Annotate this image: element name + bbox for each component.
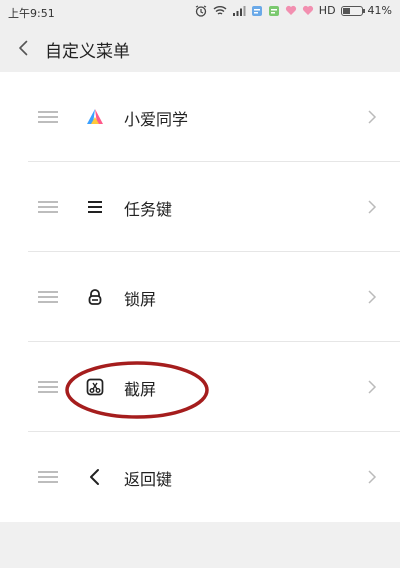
- back-icon[interactable]: [14, 38, 34, 58]
- custom-menu-list: 小爱同学 任务键 锁屏 截屏 返回键: [0, 72, 400, 522]
- page-title: 自定义菜单: [45, 42, 130, 62]
- status-bar: 上午9:51 HD 41%: [0, 0, 400, 24]
- battery-icon: [340, 5, 365, 16]
- menu-item-label: 返回键: [124, 470, 173, 489]
- menu-item-label: 任务键: [124, 200, 173, 219]
- wifi-icon: [213, 5, 227, 16]
- drag-handle-icon[interactable]: [38, 201, 58, 213]
- menu-item-lock-screen[interactable]: 锁屏: [0, 252, 400, 342]
- notification-app-icon: [268, 5, 280, 17]
- xiaoai-icon: [84, 106, 106, 128]
- battery-level: [342, 7, 350, 14]
- heart-icon: [302, 5, 314, 16]
- status-time: 上午9:51: [8, 7, 55, 20]
- menu-item-label: 小爱同学: [124, 110, 189, 129]
- chevron-right-icon: [366, 378, 378, 396]
- signal-icon: [232, 5, 246, 16]
- menu-icon: [84, 196, 106, 218]
- chevron-right-icon: [366, 288, 378, 306]
- screenshot-icon: [84, 376, 106, 398]
- menu-item-back-key[interactable]: 返回键: [0, 432, 400, 522]
- menu-item-screenshot[interactable]: 截屏: [0, 342, 400, 432]
- drag-handle-icon[interactable]: [38, 111, 58, 123]
- menu-item-task-key[interactable]: 任务键: [0, 162, 400, 252]
- notification-app-icon: [251, 5, 263, 17]
- heart-icon: [285, 5, 297, 16]
- drag-handle-icon[interactable]: [38, 381, 58, 393]
- chevron-right-icon: [366, 108, 378, 126]
- drag-handle-icon[interactable]: [38, 471, 58, 483]
- menu-item-xiaoai[interactable]: 小爱同学: [0, 72, 400, 162]
- title-bar: 自定义菜单: [0, 24, 400, 72]
- alarm-icon: [194, 4, 208, 17]
- battery-percent: 41%: [367, 4, 392, 17]
- network-type: HD: [318, 4, 336, 17]
- status-icons: HD 41%: [194, 4, 392, 17]
- lock-icon: [84, 286, 106, 308]
- chevron-right-icon: [366, 468, 378, 486]
- drag-handle-icon[interactable]: [38, 291, 58, 303]
- menu-item-label: 锁屏: [124, 290, 157, 309]
- back-arrow-icon: [84, 466, 106, 488]
- menu-item-label: 截屏: [124, 380, 157, 399]
- chevron-right-icon: [366, 198, 378, 216]
